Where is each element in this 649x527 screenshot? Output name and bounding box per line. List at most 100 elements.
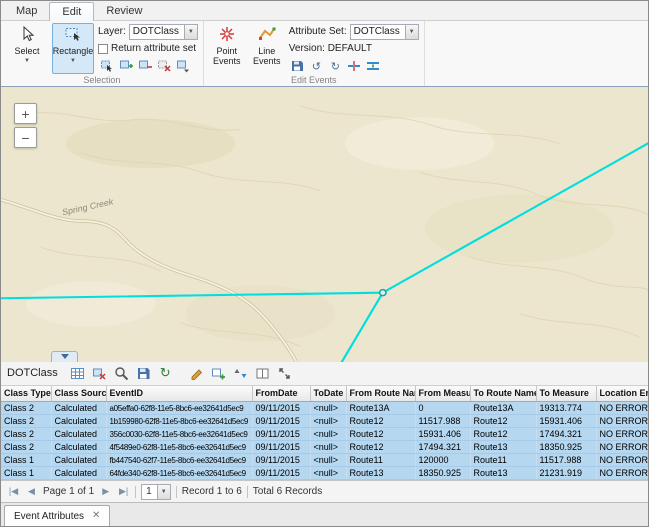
tab-review[interactable]: Review xyxy=(94,2,154,20)
selection-controls: Layer: DOTClass ▼ Return attribute set xyxy=(98,23,198,74)
event-editor-window: Map Edit Review Select ▼ Rectangle ▼ xyxy=(0,0,649,527)
table-cell: <null> xyxy=(310,415,346,428)
attribute-table: Class TypeClass SourceEventIDFromDateToD… xyxy=(1,386,649,481)
save-icon[interactable] xyxy=(134,364,153,383)
zoom-out-button[interactable]: − xyxy=(14,127,37,148)
panel-collapse-button[interactable] xyxy=(51,351,78,362)
point-events-button[interactable]: Point Events xyxy=(209,23,245,74)
table-cell: 09/11/2015 xyxy=(252,454,310,467)
column-header[interactable]: To Measure xyxy=(536,386,596,402)
save-events-icon[interactable] xyxy=(289,58,306,74)
column-header[interactable]: EventID xyxy=(106,386,252,402)
column-header[interactable]: From Measure xyxy=(415,386,470,402)
select-features-icon[interactable] xyxy=(98,58,115,74)
tab-event-attributes[interactable]: Event Attributes ✕ xyxy=(4,505,110,526)
page-size-select[interactable]: 1 ▼ xyxy=(141,484,171,500)
table-row[interactable]: Class 2Calculateda05effa0-62f8-11e5-8bc6… xyxy=(1,402,649,415)
column-header[interactable]: Class Source xyxy=(51,386,106,402)
expand-panel-icon[interactable] xyxy=(275,364,294,383)
table-cell: NO ERROR xyxy=(596,402,649,415)
chevron-down-icon: ▼ xyxy=(24,58,30,64)
edit-record-icon[interactable] xyxy=(187,364,206,383)
sort-icon[interactable] xyxy=(231,364,250,383)
edit-events-group: Point Events Line Events Attribute Set: … xyxy=(204,21,425,86)
table-cell: 19313.774 xyxy=(536,402,596,415)
zoom-to-selection-icon[interactable] xyxy=(112,364,131,383)
rectangle-tool-button[interactable]: Rectangle ▼ xyxy=(52,23,94,74)
layer-label: Layer: xyxy=(98,26,126,37)
clear-selection-icon[interactable] xyxy=(90,364,109,383)
column-header[interactable]: Class Type xyxy=(1,386,51,402)
select-tool-button[interactable]: Select ▼ xyxy=(6,23,48,74)
first-page-icon[interactable]: |◀ xyxy=(7,486,20,497)
merge-events-icon[interactable] xyxy=(365,58,382,74)
map-canvas[interactable]: Spring Creek + − xyxy=(1,87,648,362)
add-record-icon[interactable] xyxy=(209,364,228,383)
table-row[interactable]: Class 2Calculated4f5489e0-62f8-11e5-8bc6… xyxy=(1,441,649,454)
zoom-in-button[interactable]: + xyxy=(14,103,37,124)
route-junction-vertex[interactable] xyxy=(380,290,386,296)
chevron-down-icon[interactable]: ▼ xyxy=(405,25,418,39)
column-header[interactable]: To Route Name xyxy=(470,386,536,402)
selection-options-icon[interactable] xyxy=(174,58,191,74)
rectangle-tool-label: Rectangle xyxy=(53,47,94,57)
close-tab-icon[interactable]: ✕ xyxy=(92,511,100,521)
table-row[interactable]: Class 2Calculated1b159980-62f8-11e5-8bc6… xyxy=(1,415,649,428)
line-events-button[interactable]: Line Events xyxy=(249,23,285,74)
tab-event-attributes-label: Event Attributes xyxy=(14,511,84,522)
column-header[interactable]: Location Error xyxy=(596,386,649,402)
toolbar-spacer xyxy=(425,21,648,86)
column-header[interactable]: ToDate xyxy=(310,386,346,402)
table-cell: Calculated xyxy=(51,467,106,480)
edit-events-mini-toolbar: ↺ ↻ xyxy=(289,58,419,74)
add-to-selection-icon[interactable] xyxy=(117,58,134,74)
previous-page-icon[interactable]: ◀ xyxy=(25,486,38,497)
select-cursor-icon xyxy=(18,25,36,46)
attribute-set-select[interactable]: DOTClass ▼ xyxy=(350,24,419,40)
table-cell: Class 2 xyxy=(1,441,51,454)
table-cell: 15931.406 xyxy=(415,428,470,441)
chevron-down-icon[interactable]: ▼ xyxy=(184,25,197,39)
return-attribute-set-checkbox[interactable] xyxy=(98,44,108,54)
undo-icon[interactable]: ↺ xyxy=(308,58,325,74)
chevron-down-icon[interactable]: ▼ xyxy=(157,485,170,499)
table-cell: <null> xyxy=(310,402,346,415)
attribute-grid-icon[interactable] xyxy=(68,364,87,383)
table-row[interactable]: Class 2Calculated356c0030-62f8-11e5-8bc6… xyxy=(1,428,649,441)
map-image: Spring Creek xyxy=(1,87,648,362)
table-row[interactable]: Class 1Calculated64fde340-62f8-11e5-8bc6… xyxy=(1,467,649,480)
return-attribute-set-label: Return attribute set xyxy=(111,43,196,54)
line-events-label: Line Events xyxy=(251,47,283,67)
chevron-down-icon: ▼ xyxy=(70,58,76,64)
column-header[interactable]: From Route Name xyxy=(346,386,415,402)
table-cell: 09/11/2015 xyxy=(252,441,310,454)
table-cell: 11517.988 xyxy=(536,454,596,467)
remove-from-selection-icon[interactable] xyxy=(136,58,153,74)
tab-edit[interactable]: Edit xyxy=(49,2,94,21)
redo-icon[interactable]: ↻ xyxy=(327,58,344,74)
version-label: Version: DEFAULT xyxy=(289,43,372,54)
column-header[interactable]: FromDate xyxy=(252,386,310,402)
table-row[interactable]: Class 1Calculatedfb447540-62f7-11e5-8bc6… xyxy=(1,454,649,467)
layer-select[interactable]: DOTClass ▼ xyxy=(129,24,198,40)
table-cell: Class 2 xyxy=(1,402,51,415)
table-cell: Class 2 xyxy=(1,415,51,428)
refresh-icon[interactable]: ↻ xyxy=(156,364,175,383)
table-cell: Route12 xyxy=(346,428,415,441)
table-cell: 09/11/2015 xyxy=(252,428,310,441)
next-page-icon[interactable]: ▶ xyxy=(99,486,112,497)
clear-selection-icon[interactable] xyxy=(155,58,172,74)
selection-group: Select ▼ Rectangle ▼ Layer: DOTClass ▼ xyxy=(1,21,204,86)
table-cell: Route13A xyxy=(346,402,415,415)
columns-icon[interactable] xyxy=(253,364,272,383)
table-cell: Calculated xyxy=(51,415,106,428)
table-cell: 120000 xyxy=(415,454,470,467)
selection-mini-toolbar xyxy=(98,58,198,74)
split-event-icon[interactable] xyxy=(346,58,363,74)
table-cell: Route12 xyxy=(470,428,536,441)
table-header-row: Class TypeClass SourceEventIDFromDateToD… xyxy=(1,386,649,402)
table-cell: Calculated xyxy=(51,428,106,441)
tab-map[interactable]: Map xyxy=(4,2,49,20)
last-page-icon[interactable]: ▶| xyxy=(117,486,130,497)
table-cell: Calculated xyxy=(51,402,106,415)
